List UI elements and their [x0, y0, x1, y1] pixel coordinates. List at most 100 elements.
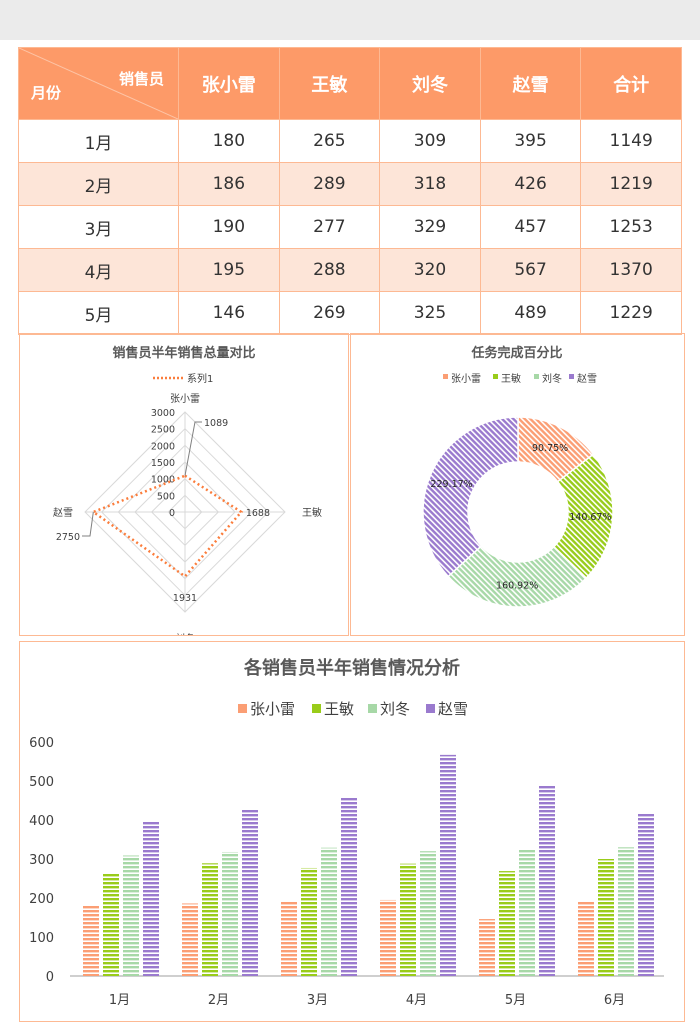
- value-cell: 277: [278, 205, 381, 249]
- donut-data-label: 229.17%: [430, 479, 472, 490]
- radar-category: 刘冬: [175, 632, 195, 635]
- bar: [578, 901, 594, 976]
- radar-chart: 销售员半年销售总量对比系列1 0 500 1000 1500 2000 2500 3000 张小…: [53, 345, 322, 645]
- legend-label: 王敏: [501, 372, 521, 385]
- donut-panel: 任务完成百分比张小雷 王敏 刘冬 赵雪 90.75% 140.67% 160.92% 229.…: [350, 333, 685, 636]
- value-cell: 265: [278, 119, 381, 163]
- legend-label: 张小雷: [451, 373, 481, 385]
- bar: [202, 863, 218, 976]
- bar: [301, 867, 317, 976]
- bar-panel: 各销售员半年销售情况分析 张小雷 王敏 刘冬 赵雪 0 100 200 300 400 500 600…: [19, 641, 685, 1022]
- legend-swatch: [569, 374, 574, 379]
- bar: [618, 847, 634, 976]
- bar: [539, 785, 555, 976]
- x-tick-label: 3月: [307, 993, 328, 1008]
- bar: [143, 821, 159, 976]
- donut-slice: [422, 416, 519, 578]
- header-cell: 刘冬: [379, 47, 481, 120]
- header-cell: 王敏: [278, 47, 381, 120]
- bar: [638, 813, 654, 976]
- bar: [400, 863, 416, 976]
- bar: [479, 919, 495, 976]
- table-row: 5月 146 269 325 489 1229: [18, 291, 682, 335]
- radar-panel: 销售员半年销售总量对比 系列1 0 500 1000 1500 2000 2500 3000 张小…: [19, 333, 349, 645]
- value-cell: 190: [178, 205, 280, 249]
- donut-title: 任务完成百分比: [470, 345, 562, 361]
- bar: [440, 754, 456, 976]
- header-cell: 张小雷: [178, 47, 280, 120]
- radar-tick: 3000: [151, 408, 175, 419]
- radar-category: 赵雪: [53, 506, 73, 519]
- value-cell: 1219: [580, 162, 682, 206]
- legend-label: 赵雪: [577, 372, 597, 385]
- bar: [499, 871, 515, 976]
- corner-salesperson: 销售员: [118, 70, 164, 88]
- bar: [321, 847, 337, 976]
- x-tick-label: 4月: [406, 993, 427, 1008]
- corner-header: 销售员 月份: [18, 47, 179, 120]
- leader-line: [82, 511, 94, 537]
- value-cell: 195: [178, 248, 280, 292]
- bar: [281, 901, 297, 976]
- table-row: 4月 195 288 320 567 1370: [18, 248, 682, 292]
- value-cell: 325: [379, 291, 481, 335]
- value-cell: 320: [379, 248, 481, 292]
- radar-title: 销售员半年销售总量对比: [112, 345, 255, 361]
- value-cell: 180: [178, 119, 280, 163]
- donut-data-label: 90.75%: [532, 443, 568, 454]
- radar-tick: 2000: [151, 441, 175, 452]
- value-cell: 1229: [580, 291, 682, 335]
- y-tick-label: 600: [29, 736, 54, 751]
- radar-tick: 2500: [151, 425, 175, 436]
- bar: [519, 849, 535, 976]
- radar-category: 王敏: [302, 506, 322, 519]
- x-tick-label: 5月: [505, 993, 526, 1008]
- legend-swatch: [443, 374, 448, 379]
- radar-data-label: 2750: [56, 532, 80, 543]
- value-cell: 1149: [580, 119, 682, 163]
- header-cell: 赵雪: [479, 47, 582, 120]
- month-cell: 4月: [18, 248, 179, 292]
- legend-swatch: [368, 704, 377, 713]
- table-row: 3月 190 277 329 457 1253: [18, 205, 682, 249]
- y-tick-label: 100: [29, 931, 54, 946]
- legend-label: 系列1: [187, 372, 213, 385]
- value-cell: 289: [278, 162, 381, 206]
- value-cell: 318: [379, 162, 481, 206]
- radar-tick: 500: [157, 491, 175, 502]
- legend-label: 刘冬: [542, 372, 562, 385]
- y-tick-label: 200: [29, 892, 54, 907]
- legend-label: 赵雪: [438, 700, 468, 718]
- y-tick-label: 500: [29, 775, 54, 790]
- legend-swatch: [426, 704, 435, 713]
- bar: [380, 899, 396, 976]
- donut-data-label: 160.92%: [496, 580, 538, 591]
- value-cell: 186: [178, 162, 280, 206]
- bar: [83, 905, 99, 976]
- bar: [598, 859, 614, 976]
- legend-swatch: [312, 704, 321, 713]
- radar-tick: 1000: [151, 475, 175, 486]
- x-tick-label: 2月: [208, 993, 229, 1008]
- month-cell: 5月: [18, 291, 179, 335]
- value-cell: 426: [479, 162, 582, 206]
- x-tick-label: 6月: [604, 993, 625, 1008]
- sales-table: 销售员 月份 张小雷 王敏 刘冬 赵雪 合计 1月 180 265 309 395 114…: [18, 47, 682, 335]
- month-cell: 3月: [18, 205, 179, 249]
- radar-tick: 0: [169, 508, 175, 519]
- donut-data-label: 140.67%: [569, 512, 611, 523]
- value-cell: 146: [178, 291, 280, 335]
- bar: [420, 851, 436, 976]
- legend-swatch: [493, 374, 498, 379]
- bar: [242, 809, 258, 976]
- table-row: 2月 186 289 318 426 1219: [18, 162, 682, 206]
- legend-label: 王敏: [324, 700, 354, 718]
- bar: [341, 797, 357, 976]
- value-cell: 329: [379, 205, 481, 249]
- legend-swatch: [534, 374, 539, 379]
- y-tick-label: 0: [46, 970, 54, 985]
- legend-label: 张小雷: [250, 700, 295, 718]
- month-cell: 2月: [18, 162, 179, 206]
- radar-data-label: 1089: [204, 418, 228, 429]
- value-cell: 567: [479, 248, 582, 292]
